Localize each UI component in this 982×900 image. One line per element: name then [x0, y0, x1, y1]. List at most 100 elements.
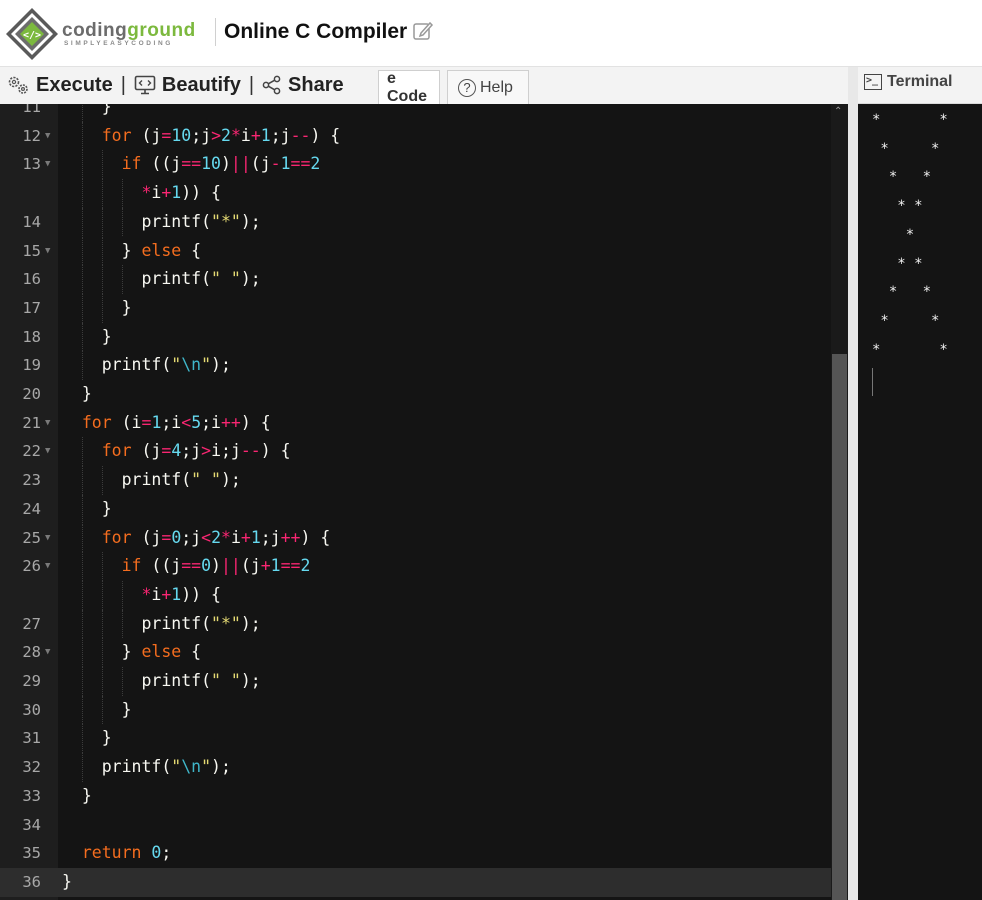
code-text: for (j=4;j>i;j--) {	[101, 441, 291, 461]
terminal-output[interactable]: * * * * * * * * * * * * * * * * *	[858, 104, 982, 900]
share-label: Share	[288, 73, 344, 96]
line-number: 35	[22, 844, 41, 863]
indent-guide	[102, 207, 103, 237]
code-line[interactable]: 27 printf("*");	[0, 609, 831, 639]
indent-guide	[82, 121, 83, 151]
code-text: for (j=10;j>2*i+1;j--) {	[101, 125, 341, 145]
code-line[interactable]: 17 }	[0, 293, 831, 323]
code-text: return 0;	[81, 843, 172, 863]
indent-guide	[82, 236, 83, 266]
code-text: }	[62, 498, 112, 518]
code-text: if ((j==10)||(j-1==2	[121, 154, 321, 174]
toolbar-separator: |	[248, 73, 255, 96]
code-line[interactable]: 32 printf("\n");	[0, 753, 831, 782]
code-line[interactable]: 16 printf(" ");	[0, 265, 831, 294]
line-number: 34	[22, 815, 41, 834]
line-number: 17	[22, 298, 41, 317]
line-number: 18	[22, 327, 41, 346]
execute-button[interactable]: Execute	[0, 74, 119, 97]
tab-source-code[interactable]: e Code	[378, 70, 440, 105]
code-text: }	[62, 871, 72, 891]
fold-arrow-icon[interactable]: ▼	[45, 437, 50, 466]
beautify-button[interactable]: Beautify	[128, 74, 247, 97]
indent-guide	[102, 150, 103, 180]
terminal-output-line: * *	[872, 284, 932, 301]
share-icon	[262, 75, 281, 95]
indent-guide	[102, 552, 103, 581]
fold-arrow-icon[interactable]: ▼	[45, 524, 50, 553]
codingground-logo-icon[interactable]: </>	[4, 6, 60, 62]
code-line[interactable]: 11 }	[0, 104, 831, 122]
code-line[interactable]: 15 ▼ } else {	[0, 236, 831, 266]
code-line[interactable]: 13 ▼ if ((j==10)||(j-1==2	[0, 150, 831, 180]
code-text: }	[62, 728, 112, 748]
fold-arrow-icon[interactable]: ▼	[45, 237, 50, 266]
scroll-up-icon[interactable]: ⌃	[834, 106, 842, 117]
code-line[interactable]: 21 ▼ for (i=1;i<5;i++) {	[0, 409, 831, 438]
code-line[interactable]: 34	[0, 811, 831, 840]
code-line[interactable]: 31 }	[0, 724, 831, 754]
code-line[interactable]: 28 ▼ } else {	[0, 638, 831, 667]
indent-guide	[102, 580, 103, 610]
code-line[interactable]: 30 }	[0, 695, 831, 725]
code-text: for (j=0;j<2*i+1;j++) {	[101, 527, 331, 547]
fold-arrow-icon[interactable]: ▼	[45, 638, 50, 667]
code-line[interactable]: 19 printf("\n");	[0, 351, 831, 380]
indent-guide	[102, 179, 103, 208]
line-number: 14	[22, 212, 41, 231]
indent-guide	[82, 104, 83, 122]
line-number: 27	[22, 614, 41, 633]
code-line[interactable]: 25 ▼ for (j=0;j<2*i+1;j++) {	[0, 523, 831, 553]
code-text: }	[62, 785, 92, 805]
page-title: Online C Compiler	[224, 20, 408, 43]
indent-guide	[102, 667, 103, 696]
editor-scrollbar-thumb[interactable]	[832, 354, 847, 900]
panel-splitter[interactable]	[848, 67, 858, 900]
gears-icon	[8, 76, 28, 94]
code-editor[interactable]: 11 } 12 ▼ for (j=10;j>2*i+1;j--) {13 ▼ if (…	[0, 104, 848, 900]
fold-arrow-icon[interactable]: ▼	[45, 150, 50, 179]
line-number: 24	[22, 499, 41, 518]
code-line[interactable]: 29 printf(" ");	[0, 667, 831, 696]
indent-guide	[82, 609, 83, 639]
code-line[interactable]: 36}	[0, 867, 831, 897]
code-line[interactable]: 14 printf("*");	[0, 207, 831, 237]
terminal-output-line: * *	[872, 312, 940, 329]
code-line[interactable]: 33 }	[0, 782, 831, 811]
code-text: printf("*");	[62, 613, 261, 633]
indent-guide	[82, 580, 83, 610]
line-number: 12	[22, 126, 41, 145]
edit-pencil-icon[interactable]	[412, 20, 434, 42]
line-number: 13	[22, 155, 41, 174]
terminal-tab[interactable]: >_ Terminal	[864, 73, 953, 91]
indent-guide	[102, 609, 103, 639]
code-line[interactable]: 35 return 0;	[0, 839, 831, 868]
line-number: 20	[22, 385, 41, 403]
fold-arrow-icon[interactable]: ▼	[45, 552, 50, 581]
code-line[interactable]: 22 ▼ for (j=4;j>i;j--) {	[0, 437, 831, 467]
share-button[interactable]: Share	[256, 74, 350, 97]
line-number: 23	[22, 471, 41, 490]
brand-name[interactable]: codingground	[62, 20, 196, 42]
code-line[interactable]: 26 ▼ if ((j==0)||(j+1==2	[0, 552, 831, 581]
terminal-output-line: * *	[872, 169, 932, 186]
code-text: printf("\n");	[62, 757, 231, 777]
line-number: 36	[22, 872, 41, 891]
tab-help[interactable]: ? Help	[447, 70, 529, 104]
fold-arrow-icon[interactable]: ▼	[45, 122, 50, 151]
code-line[interactable]: *i+1)) {	[0, 580, 831, 610]
code-line[interactable]: 24 }	[0, 494, 831, 524]
indent-guide	[82, 552, 83, 581]
code-line[interactable]: *i+1)) {	[0, 179, 831, 208]
fold-arrow-icon[interactable]: ▼	[45, 409, 50, 438]
code-line[interactable]: 23 printf(" ");	[0, 466, 831, 495]
code-line[interactable]: 18 }	[0, 322, 831, 352]
indent-guide	[82, 466, 83, 495]
indent-guide	[82, 293, 83, 323]
code-line[interactable]: 20 }	[0, 380, 831, 409]
code-line[interactable]: 12 ▼ for (j=10;j>2*i+1;j--) {	[0, 121, 831, 151]
line-number: 25	[22, 528, 41, 547]
indent-guide	[122, 265, 123, 294]
code-text: }	[62, 297, 132, 317]
line-number: 32	[22, 758, 41, 777]
